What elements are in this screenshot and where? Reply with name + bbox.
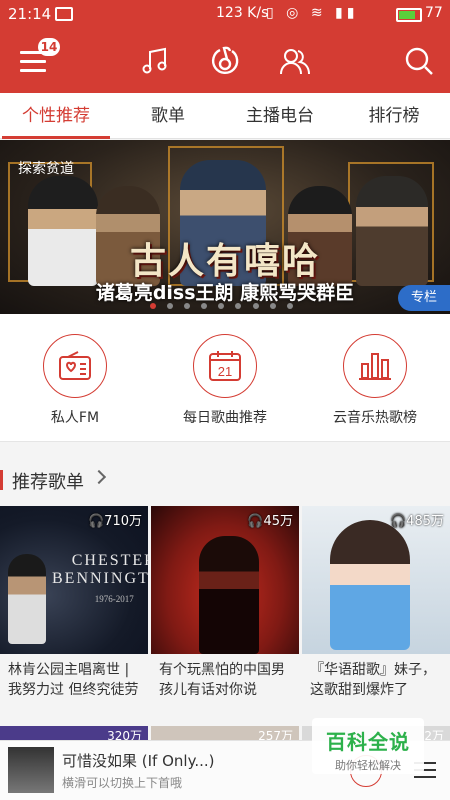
signal-icons: ▯ ◎ ≋ ▮▮ — [266, 5, 359, 21]
radio-icon — [43, 334, 107, 398]
status-time: 21:14 — [8, 5, 52, 23]
song-title: 可惜没如果 (If Only...) — [62, 752, 215, 770]
top-nav-bar: 14 — [0, 30, 450, 93]
playlist-card[interactable]: 🎧485万 『华语甜歌』妹子，这歌甜到爆炸了 — [302, 506, 450, 702]
daily-recommend-button[interactable]: 21 每日歌曲推荐 — [150, 334, 300, 427]
quick-label: 私人FM — [50, 410, 100, 426]
status-bar: 21:14 123 K/s ▯ ◎ ≋ ▮▮ 77 — [0, 0, 450, 30]
playlist-cover: CHESTER BENNINGTON 1976-2017 🎧710万 — [0, 506, 148, 654]
playlist-card[interactable]: CHESTER BENNINGTON 1976-2017 🎧710万 林肯公园主… — [0, 506, 148, 702]
playlist-cover: 🎧45万 — [151, 506, 299, 654]
cover-text: CHESTER BENNINGTON 1976-2017 — [52, 552, 148, 604]
section-accent-bar — [0, 470, 3, 490]
tab-playlists[interactable]: 歌单 — [112, 93, 224, 139]
carousel-dot — [252, 303, 259, 309]
tab-charts[interactable]: 排行榜 — [338, 93, 450, 139]
tab-bar: 个性推荐 歌单 主播电台 排行榜 — [0, 93, 450, 139]
section-title: 推荐歌单 — [12, 472, 84, 493]
swipe-hint: 横滑可以切换上下首哦 — [62, 776, 183, 790]
network-speed: 123 K/s — [216, 5, 269, 21]
music-note-icon[interactable] — [137, 43, 173, 79]
chevron-right-icon — [91, 469, 107, 485]
cover-person — [199, 536, 259, 654]
banner-title: 古人有嘻哈 — [129, 241, 320, 282]
carousel-dot — [286, 303, 293, 309]
cover-person — [8, 554, 46, 644]
discover-icon[interactable] — [207, 43, 243, 79]
carousel-dot — [269, 303, 276, 309]
carousel-dot — [184, 303, 191, 309]
notification-badge: 14 — [38, 38, 60, 56]
playlist-title: 有个玩黑怕的中国男孩儿有话对你说 — [159, 662, 285, 698]
carousel-dot — [167, 303, 174, 309]
private-fm-button[interactable]: 私人FM — [0, 334, 150, 427]
carousel-dot — [150, 303, 156, 309]
banner-tag: 探索贫道 — [18, 161, 74, 177]
playlist-card[interactable]: 🎧45万 有个玩黑怕的中国男孩儿有话对你说 — [151, 506, 299, 702]
play-count: 🎧45万 — [247, 514, 293, 529]
hot-chart-button[interactable]: 云音乐热歌榜 — [300, 334, 450, 427]
quick-label: 云音乐热歌榜 — [333, 410, 417, 426]
search-icon[interactable] — [401, 43, 437, 79]
recommend-playlists-header[interactable]: 推荐歌单 — [0, 458, 450, 502]
friends-icon[interactable] — [277, 43, 313, 79]
carousel-dots — [150, 294, 299, 313]
chart-bars-icon — [343, 334, 407, 398]
svg-text:21: 21 — [218, 364, 232, 379]
carousel-dot — [235, 303, 242, 309]
tab-personal-recommend[interactable]: 个性推荐 — [0, 93, 112, 139]
play-count: 🎧485万 — [389, 514, 444, 529]
playlist-title: 林肯公园主唱离世 | 我努力过 但终究徒劳 — [8, 662, 139, 698]
banner-column-badge: 专栏 — [398, 285, 450, 311]
album-art — [8, 747, 54, 793]
app-screen: 21:14 123 K/s ▯ ◎ ≋ ▮▮ 77 14 个性推荐 歌单 主播电… — [0, 0, 450, 800]
quick-label: 每日歌曲推荐 — [183, 410, 267, 426]
quick-entries: 私人FM 21 每日歌曲推荐 云音乐热歌榜 — [0, 314, 450, 442]
battery-icon — [396, 8, 422, 22]
carousel-dot — [218, 303, 225, 309]
battery-level: 77 — [425, 5, 443, 21]
calendar-icon: 21 — [193, 334, 257, 398]
playlist-title: 『华语甜歌』妹子，这歌甜到爆炸了 — [310, 662, 436, 698]
watermark-logo: 百科全说 助你轻松解决 — [312, 718, 424, 774]
cover-person — [330, 520, 410, 650]
message-icon — [55, 7, 73, 21]
watermark-title: 百科全说 — [326, 730, 410, 754]
play-count: 🎧710万 — [87, 514, 142, 529]
playlist-cover: 🎧485万 — [302, 506, 450, 654]
banner-carousel[interactable]: 探索贫道 古人有嘻哈 诸葛亮diss王朗 康熙骂哭群臣 专栏 — [0, 140, 450, 314]
tab-radio[interactable]: 主播电台 — [224, 93, 336, 139]
carousel-dot — [201, 303, 208, 309]
watermark-subtitle: 助你轻松解决 — [335, 759, 401, 772]
